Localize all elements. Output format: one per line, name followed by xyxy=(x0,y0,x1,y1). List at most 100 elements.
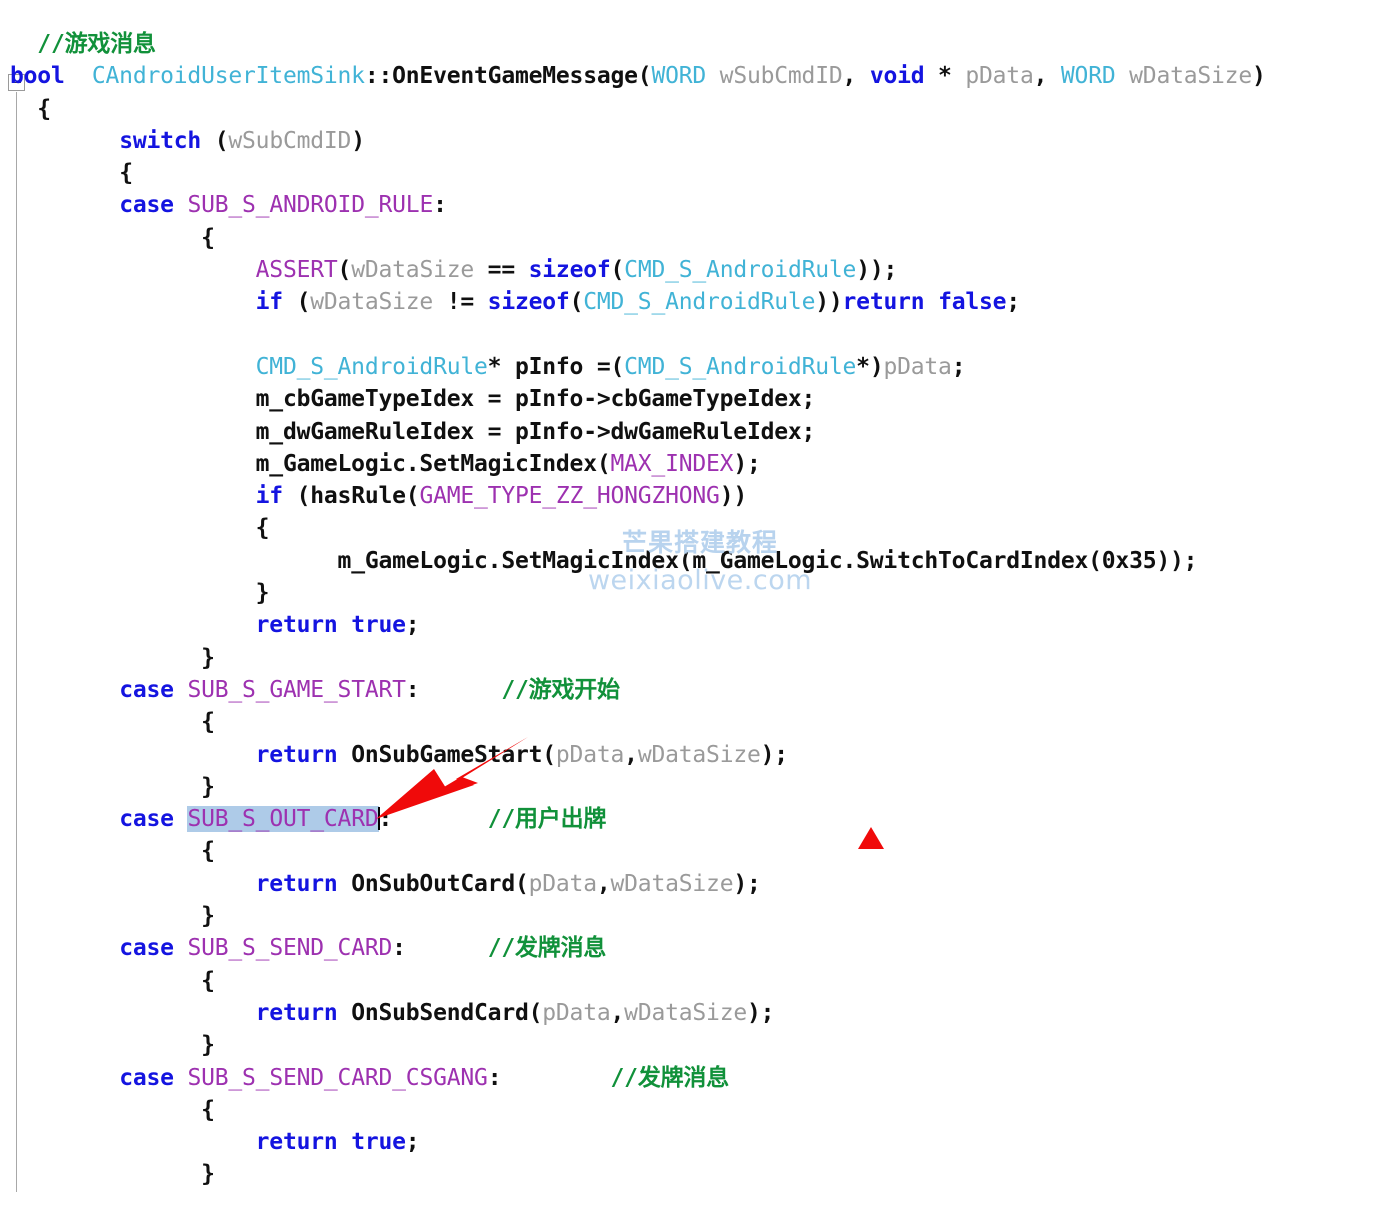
code-token-plain: m_dwGameRuleIdex = pInfo->dwGameRuleIdex… xyxy=(255,418,816,445)
code-token-plain: : xyxy=(405,676,420,703)
code-token-macro: SUB_S_SEND_CARD xyxy=(187,935,393,962)
code-token-plain: { xyxy=(201,1096,215,1123)
code-line[interactable]: { xyxy=(0,965,1378,997)
code-token-plain: ( xyxy=(282,289,311,316)
code-token-keyword: case xyxy=(119,1064,174,1091)
code-line[interactable]: return true; xyxy=(0,1126,1378,1158)
code-line[interactable]: m_GameLogic.SetMagicIndex(MAX_INDEX); xyxy=(0,448,1378,480)
code-token-plain: , xyxy=(624,741,638,768)
code-token-macro: SUB_S_SEND_CARD_CSGANG xyxy=(187,1064,488,1091)
code-line[interactable]: { xyxy=(0,835,1378,867)
code-line[interactable]: CMD_S_AndroidRule* pInfo =(CMD_S_Android… xyxy=(0,351,1378,383)
code-line[interactable]: m_GameLogic.SetMagicIndex(m_GameLogic.Sw… xyxy=(0,545,1378,577)
code-token-plain: , xyxy=(842,63,870,90)
code-token-param: wDataSize xyxy=(1115,63,1252,90)
code-token-keyword: if xyxy=(255,483,283,510)
code-token-plain: m_GameLogic.SetMagicIndex(m_GameLogic.Sw… xyxy=(337,547,1198,574)
code-token-plain: OnSubSendCard( xyxy=(337,999,543,1026)
code-line[interactable] xyxy=(0,319,1378,351)
code-token-usertype: CMD_S_AndroidRule xyxy=(583,289,816,316)
code-token-plain: : xyxy=(392,935,406,962)
code-line[interactable]: } xyxy=(0,900,1378,932)
code-line[interactable]: } xyxy=(0,1029,1378,1061)
code-token-param: wDataSize xyxy=(351,257,475,284)
code-line[interactable]: switch (wSubCmdID) xyxy=(0,125,1378,157)
code-token-plain: != xyxy=(433,289,488,316)
code-line[interactable]: } xyxy=(0,1158,1378,1190)
code-line[interactable]: { xyxy=(0,706,1378,738)
code-token-plain: *) xyxy=(856,353,884,380)
code-line[interactable]: return OnSubGameStart(pData,wDataSize); xyxy=(0,739,1378,771)
code-line[interactable]: ASSERT(wDataSize == sizeof(CMD_S_Android… xyxy=(0,254,1378,286)
code-token-plain: OnSubOutCard( xyxy=(337,870,529,897)
code-token-plain: { xyxy=(37,95,51,122)
code-line[interactable]: { xyxy=(0,157,1378,189)
code-token-plain: ) xyxy=(351,127,365,154)
code-token-usertype: WORD xyxy=(651,63,707,90)
code-token-plain: , xyxy=(1033,63,1061,90)
code-line[interactable]: if (hasRule(GAME_TYPE_ZZ_HONGZHONG)) xyxy=(0,480,1378,512)
code-token-keyword: case xyxy=(119,806,174,833)
code-line[interactable]: return OnSubOutCard(pData,wDataSize); xyxy=(0,868,1378,900)
code-token-macro: ASSERT xyxy=(255,257,338,284)
code-line[interactable]: } xyxy=(0,771,1378,803)
code-token-keyword: bool xyxy=(10,63,65,90)
code-token-param: pData xyxy=(883,353,952,380)
code-line[interactable]: //游戏消息 xyxy=(0,28,1378,60)
selected-identifier: SUB_S_OUT_CARD xyxy=(187,806,379,833)
code-line[interactable]: } xyxy=(0,577,1378,609)
code-token-param: pData xyxy=(965,63,1034,90)
code-token-plain: ; xyxy=(405,612,420,639)
code-line[interactable]: { xyxy=(0,93,1378,125)
code-line[interactable]: return OnSubSendCard(pData,wDataSize); xyxy=(0,997,1378,1029)
code-token-keyword: if xyxy=(255,289,283,316)
code-token-plain: ); xyxy=(760,741,788,768)
code-token-plain: ( xyxy=(201,127,229,154)
code-line[interactable]: return true; xyxy=(0,609,1378,641)
code-token-keyword: return xyxy=(255,999,338,1026)
code-line[interactable]: bool CAndroidUserItemSink::OnEventGameMe… xyxy=(0,60,1378,92)
code-token-keyword: sizeof xyxy=(487,289,570,316)
code-editor[interactable]: //游戏消息 bool CAndroidUserItemSink::OnEvent… xyxy=(0,0,1378,1206)
code-token-plain: } xyxy=(201,1032,215,1059)
code-token-macro: SUB_S_ANDROID_RULE xyxy=(187,192,434,219)
code-token-plain: { xyxy=(119,160,133,187)
code-text-area[interactable]: //游戏消息 bool CAndroidUserItemSink::OnEvent… xyxy=(0,0,1378,1206)
code-token-comment: //游戏开始 xyxy=(501,676,620,703)
code-token-macro: SUB_S_GAME_START xyxy=(187,676,406,703)
code-line[interactable]: case SUB_S_ANDROID_RULE: xyxy=(0,189,1378,221)
code-line[interactable]: case SUB_S_OUT_CARD: //用户出牌 xyxy=(0,803,1378,835)
code-token-keyword: true xyxy=(351,1129,406,1156)
code-token-plain: : xyxy=(433,192,447,219)
code-line[interactable]: if (wDataSize != sizeof(CMD_S_AndroidRul… xyxy=(0,286,1378,318)
code-token-keyword: false xyxy=(938,289,1007,316)
code-line[interactable]: m_dwGameRuleIdex = pInfo->dwGameRuleIdex… xyxy=(0,416,1378,448)
code-line[interactable]: } xyxy=(0,642,1378,674)
code-line[interactable]: case SUB_S_SEND_CARD: //发牌消息 xyxy=(0,932,1378,964)
code-line[interactable]: { xyxy=(0,222,1378,254)
code-line[interactable]: m_cbGameTypeIdex = pInfo->cbGameTypeIdex… xyxy=(0,383,1378,415)
code-line[interactable]: { xyxy=(0,1094,1378,1126)
code-line[interactable]: case SUB_S_SEND_CARD_CSGANG: //发牌消息 xyxy=(0,1062,1378,1094)
code-token-usertype: CMD_S_AndroidRule xyxy=(255,353,488,380)
code-line[interactable]: case SUB_S_GAME_START: //游戏开始 xyxy=(0,674,1378,706)
code-line[interactable]: { xyxy=(0,512,1378,544)
